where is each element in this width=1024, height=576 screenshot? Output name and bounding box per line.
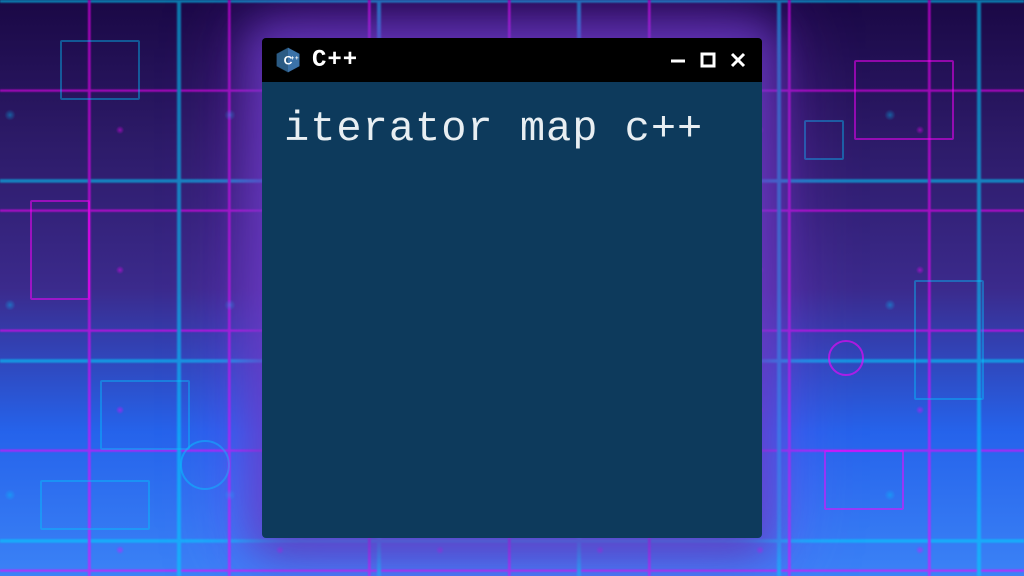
- cpp-logo-icon: C + +: [274, 46, 302, 74]
- circuit-trace: [854, 60, 954, 140]
- maximize-button[interactable]: [696, 48, 720, 72]
- svg-text:+: +: [295, 55, 299, 62]
- window-title: C++: [312, 47, 656, 74]
- close-button[interactable]: [726, 48, 750, 72]
- circuit-trace: [804, 120, 844, 160]
- window-controls: [666, 48, 750, 72]
- circuit-node: [180, 440, 230, 490]
- minimize-button[interactable]: [666, 48, 690, 72]
- circuit-trace: [914, 280, 984, 400]
- svg-text:+: +: [291, 55, 295, 62]
- circuit-node: [828, 340, 864, 376]
- circuit-trace: [60, 40, 140, 100]
- circuit-trace: [40, 480, 150, 530]
- circuit-trace: [824, 450, 904, 510]
- terminal-content[interactable]: iterator map c++: [262, 82, 762, 538]
- circuit-trace: [30, 200, 90, 300]
- circuit-trace: [100, 380, 190, 450]
- window-titlebar[interactable]: C + + C++: [262, 38, 762, 82]
- terminal-window: C + + C++ ite: [262, 38, 762, 538]
